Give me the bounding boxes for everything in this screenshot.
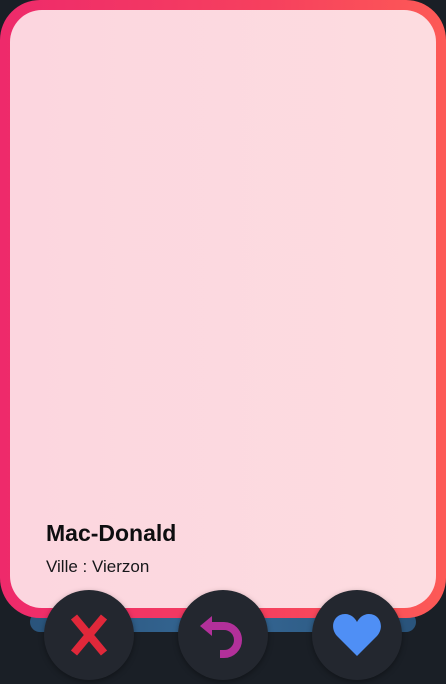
profile-card-content: Mac-Donald Ville : Vierzon [10, 10, 436, 608]
swipe-screen: Mac-Donald Ville : Vierzon [0, 0, 446, 684]
reject-button[interactable] [44, 590, 134, 680]
card-title: Mac-Donald [46, 520, 177, 546]
card-city: Ville : Vierzon [46, 557, 150, 576]
profile-card[interactable]: Mac-Donald Ville : Vierzon [0, 0, 446, 618]
heart-icon [333, 614, 381, 656]
undo-icon [200, 616, 242, 658]
undo-button[interactable] [178, 590, 268, 680]
like-button[interactable] [312, 590, 402, 680]
close-icon [70, 614, 108, 656]
